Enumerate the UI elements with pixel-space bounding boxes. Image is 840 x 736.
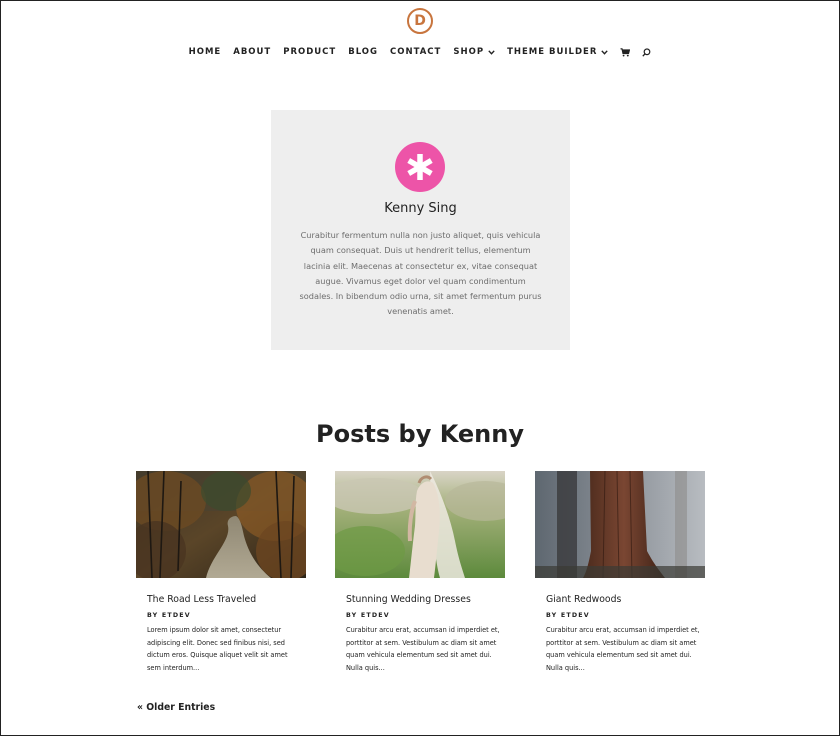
post-author-link[interactable]: ETDEV: [361, 612, 390, 619]
nav-item-blog[interactable]: BLOG: [348, 47, 378, 57]
post-title[interactable]: Stunning Wedding Dresses: [346, 594, 471, 605]
chevron-down-icon: [488, 49, 495, 55]
posts-section-title: Posts by Kenny: [316, 420, 524, 448]
redwoods-photo[interactable]: [535, 471, 705, 578]
nav-label: PRODUCT: [283, 47, 337, 57]
post-by-label: BY: [147, 612, 159, 619]
asterisk-icon: [395, 142, 445, 192]
author-name: Kenny Sing: [384, 201, 457, 216]
divi-logo-icon[interactable]: D: [407, 8, 433, 34]
search-icon[interactable]: [642, 47, 651, 57]
post-card: Giant Redwoods BY ETDEV Curabitur arcu e…: [535, 471, 705, 685]
post-author-link[interactable]: ETDEV: [162, 612, 191, 619]
post-by-label: BY: [346, 612, 358, 619]
post-byline: BY ETDEV: [147, 612, 191, 619]
post-card: The Road Less Traveled BY ETDEV Lorem ip…: [136, 471, 306, 685]
post-byline: BY ETDEV: [546, 612, 590, 619]
nav-label: THEME BUILDER: [507, 47, 598, 57]
nav-label: SHOP: [453, 47, 485, 57]
author-bio: Curabitur fermentum nulla non justo aliq…: [299, 230, 542, 317]
post-excerpt: Curabitur arcu erat, accumsan id imperdi…: [546, 626, 700, 672]
post-card: Stunning Wedding Dresses BY ETDEV Curabi…: [335, 471, 505, 685]
nav-item-shop[interactable]: SHOP: [453, 47, 495, 57]
nav-label: CONTACT: [390, 47, 442, 57]
logo-letter: D: [414, 13, 426, 29]
post-author-link[interactable]: ETDEV: [561, 612, 590, 619]
cart-icon[interactable]: [620, 47, 631, 57]
nav-label: HOME: [188, 47, 222, 57]
nav-label: BLOG: [348, 47, 379, 57]
nav-item-home[interactable]: HOME: [189, 47, 222, 57]
bride-dress-photo[interactable]: [335, 471, 505, 578]
older-entries-link[interactable]: « Older Entries: [137, 702, 215, 713]
forest-path-photo[interactable]: [136, 471, 306, 578]
nav-item-theme-builder[interactable]: THEME BUILDER: [507, 47, 609, 57]
post-title[interactable]: The Road Less Traveled: [147, 594, 256, 605]
nav-label: ABOUT: [233, 47, 272, 57]
nav-item-about[interactable]: ABOUT: [233, 47, 271, 57]
main-nav: HOME ABOUT PRODUCT BLOG CONTACT SHOP THE…: [0, 47, 840, 57]
post-by-label: BY: [546, 612, 558, 619]
nav-item-product[interactable]: PRODUCT: [283, 47, 336, 57]
post-excerpt: Curabitur arcu erat, accumsan id imperdi…: [346, 626, 500, 672]
post-title[interactable]: Giant Redwoods: [546, 594, 621, 605]
nav-item-contact[interactable]: CONTACT: [390, 47, 441, 57]
post-byline: BY ETDEV: [346, 612, 390, 619]
author-card: Kenny Sing Curabitur fermentum nulla non…: [271, 110, 570, 350]
chevron-down-icon: [601, 49, 609, 55]
post-excerpt: Lorem ipsum dolor sit amet, consectetur …: [147, 626, 288, 672]
